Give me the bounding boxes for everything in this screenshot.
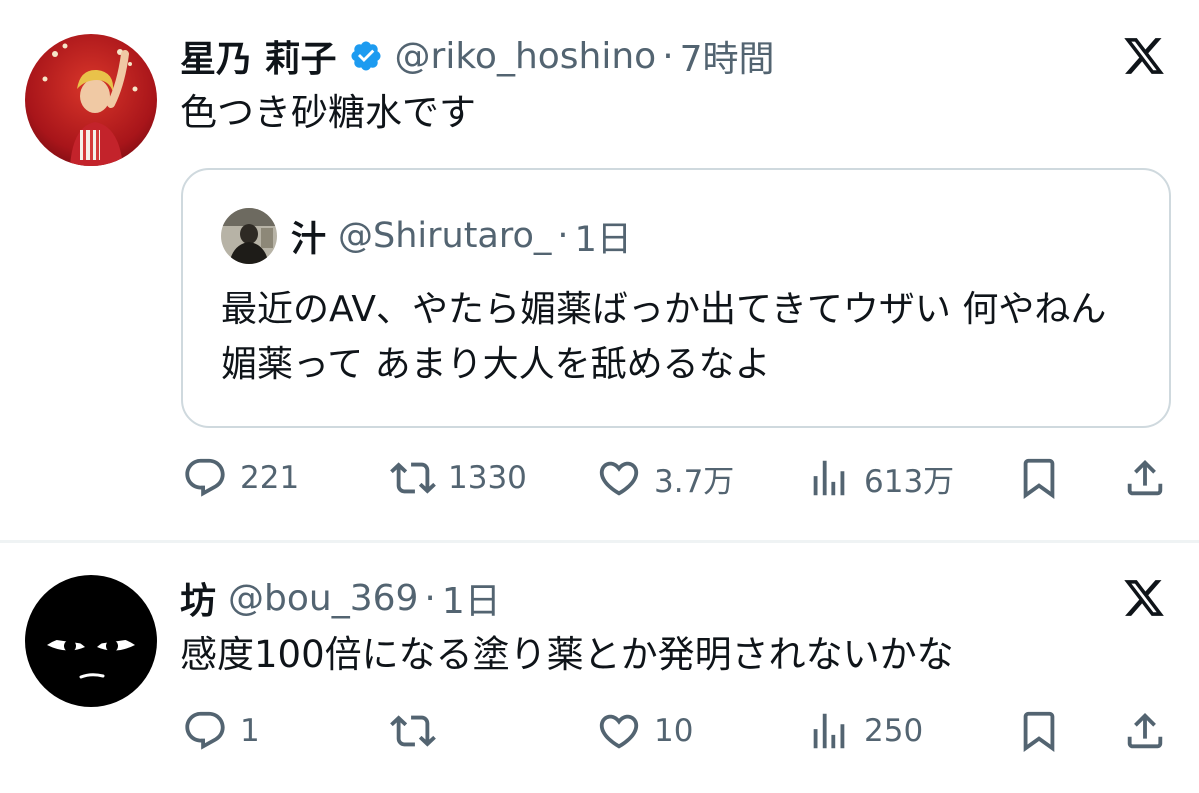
reply-icon <box>185 458 225 497</box>
heart-icon <box>599 461 639 496</box>
view-count: 250 <box>864 713 924 749</box>
quoted-handle[interactable]: @Shirutaro_ <box>338 216 551 256</box>
share-icon <box>1127 459 1163 496</box>
heart-icon <box>599 714 639 749</box>
tweet-text: 色つき砂糖水です <box>180 91 476 134</box>
view-count: 613万 <box>864 463 955 500</box>
timestamp[interactable]: 7時間 <box>680 30 775 82</box>
bookmark-icon <box>1023 458 1055 499</box>
separator: · <box>557 216 569 256</box>
quoted-timestamp[interactable]: 1日 <box>575 211 632 262</box>
like-button[interactable]: 3.7万 <box>596 450 734 506</box>
quoted-text: 最近のAV、やたら媚薬ばっか出てきてウザい 何やねん媚薬って あまり大人を舐める… <box>221 289 1107 385</box>
retweet-button[interactable]: 1330 <box>390 450 527 506</box>
avatar[interactable] <box>25 575 157 707</box>
quoted-avatar[interactable] <box>221 208 277 264</box>
reply-count: 1 <box>240 713 260 749</box>
verified-badge-icon <box>349 39 383 73</box>
like-count: 10 <box>654 713 694 749</box>
quoted-display-name[interactable]: 汁 <box>291 211 326 262</box>
quoted-tweet[interactable]: 汁 @Shirutaro_ · 1日 最近のAV、やたら媚薬ばっか出てきてウザい… <box>181 168 1171 428</box>
reply-button[interactable]: 1 <box>182 703 260 759</box>
retweet-count: 1330 <box>448 460 527 496</box>
bookmark-button[interactable] <box>1016 450 1062 506</box>
separator: · <box>424 577 436 619</box>
separator: · <box>662 35 674 77</box>
x-logo-icon <box>1122 576 1166 620</box>
retweet-icon <box>390 462 436 494</box>
share-icon <box>1127 712 1163 749</box>
bookmark-icon <box>1023 711 1055 752</box>
views-button[interactable]: 250 <box>806 703 923 759</box>
retweet-icon <box>390 715 436 747</box>
tweet-1[interactable]: 星乃 莉子 @riko_hoshino · 7時間 色つき砂糖水です 汁 @Sh… <box>0 0 1199 540</box>
like-button[interactable]: 10 <box>596 703 693 759</box>
tweet-header: 星乃 莉子 @riko_hoshino · 7時間 <box>180 30 775 82</box>
share-button[interactable] <box>1122 450 1168 506</box>
reply-button[interactable]: 221 <box>182 450 299 506</box>
display-name[interactable]: 坊 <box>180 572 216 624</box>
views-chart-icon <box>813 460 845 496</box>
retweet-button[interactable] <box>390 703 448 759</box>
share-button[interactable] <box>1122 703 1168 759</box>
avatar[interactable] <box>25 34 157 166</box>
like-count: 3.7万 <box>654 463 735 500</box>
action-bar: 1 10 250 <box>182 703 1172 759</box>
user-handle[interactable]: @bou_369 <box>228 578 418 619</box>
reply-count: 221 <box>240 460 300 496</box>
tweet-header: 坊 @bou_369 · 1日 <box>180 572 501 624</box>
quoted-header: 汁 @Shirutaro_ · 1日 <box>291 208 632 264</box>
timestamp[interactable]: 1日 <box>442 572 501 624</box>
action-bar: 221 1330 3.7万 613万 <box>182 450 1172 506</box>
bookmark-button[interactable] <box>1016 703 1062 759</box>
tweet-text: 感度100倍になる塗り薬とか発明されないかな <box>180 633 954 676</box>
reply-icon <box>185 711 225 750</box>
views-chart-icon <box>813 713 845 749</box>
user-handle[interactable]: @riko_hoshino <box>395 36 657 77</box>
x-logo-icon <box>1122 34 1166 78</box>
views-button[interactable]: 613万 <box>806 450 954 506</box>
display-name[interactable]: 星乃 莉子 <box>180 30 337 82</box>
